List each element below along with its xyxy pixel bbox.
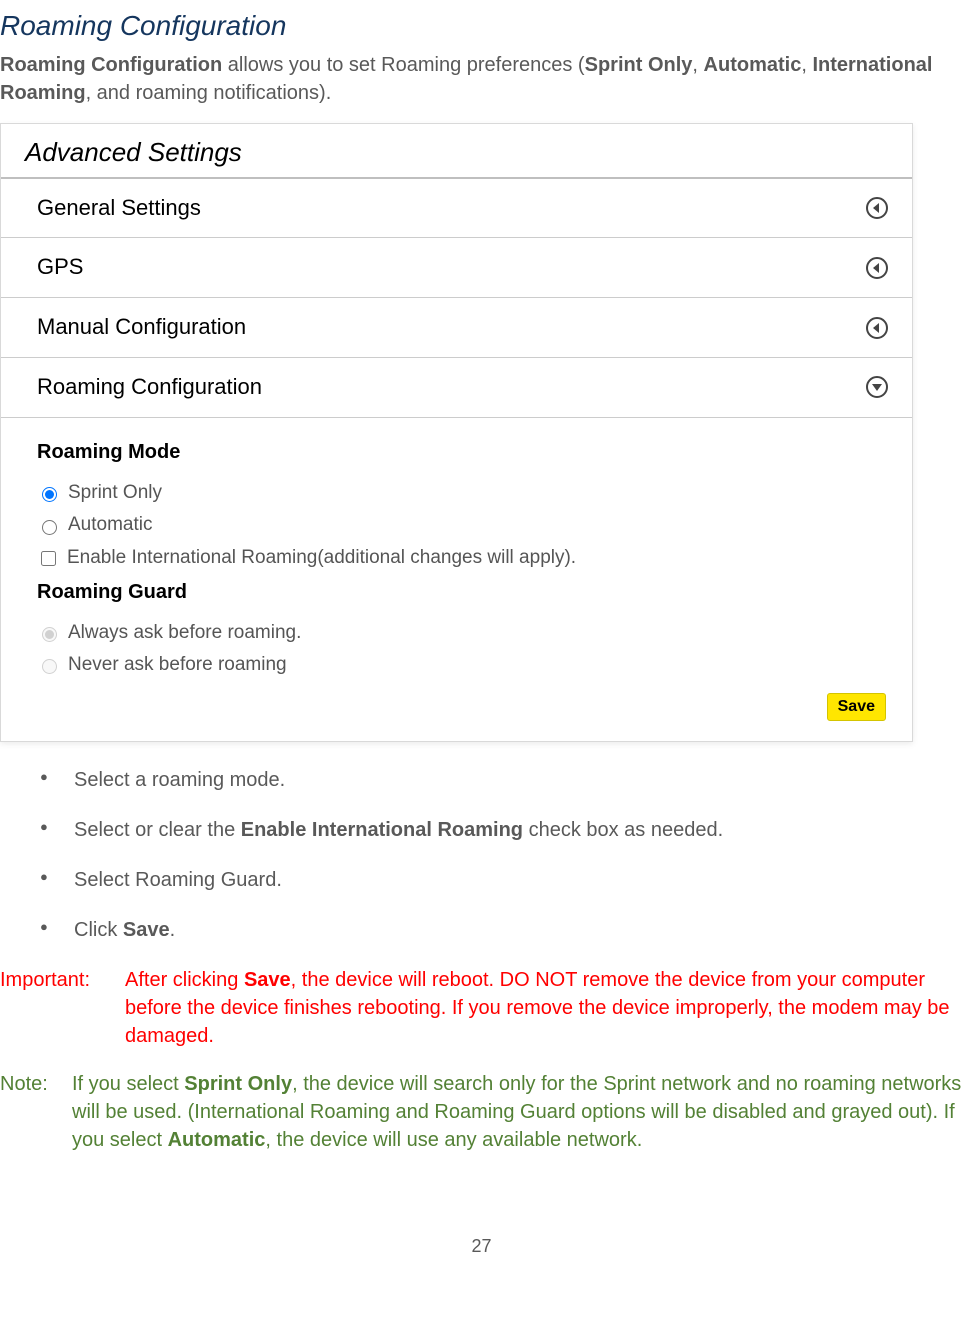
arrow-left-icon [866, 317, 888, 339]
radio-sprint-only-input[interactable] [42, 487, 57, 502]
intro-text-3: , [801, 54, 812, 76]
intro-strong-1: Roaming Configuration [0, 54, 222, 76]
row-general-settings[interactable]: General Settings [1, 179, 912, 239]
advanced-settings-panel: Advanced Settings General Settings GPS M… [0, 123, 913, 742]
row-roaming-config[interactable]: Roaming Configuration [1, 358, 912, 417]
bullet-4-strong: Save [123, 919, 170, 941]
row-gps-label: GPS [37, 252, 83, 283]
checkbox-intl-roaming-label: Enable International Roaming(additional … [67, 545, 576, 572]
radio-sprint-only[interactable]: Sprint Only [37, 480, 902, 507]
important-pre: After clicking [125, 969, 244, 991]
save-button[interactable]: Save [827, 693, 886, 721]
row-manual-config[interactable]: Manual Configuration [1, 298, 912, 358]
arrow-left-icon [866, 197, 888, 219]
intro-paragraph: Roaming Configuration allows you to set … [0, 51, 963, 107]
radio-always-ask-input[interactable] [42, 627, 57, 642]
important-strong: Save [244, 969, 291, 991]
arrow-left-icon [866, 257, 888, 279]
section-heading: Roaming Configuration [0, 6, 963, 45]
row-general-label: General Settings [37, 193, 201, 224]
row-gps[interactable]: GPS [1, 238, 912, 298]
instruction-list: Select a roaming mode. Select or clear t… [0, 766, 963, 944]
radio-always-ask-label: Always ask before roaming. [68, 620, 301, 647]
note-s2: Automatic [168, 1129, 266, 1151]
radio-never-ask[interactable]: Never ask before roaming [37, 652, 902, 679]
page-number: 27 [0, 1234, 963, 1259]
row-manual-label: Manual Configuration [37, 312, 246, 343]
radio-automatic[interactable]: Automatic [37, 512, 902, 539]
intro-text-1: allows you to set Roaming preferences ( [222, 54, 584, 76]
bullet-4: Click Save. [40, 916, 963, 944]
intro-text-4: , and roaming notifications). [86, 82, 332, 104]
radio-always-ask[interactable]: Always ask before roaming. [37, 620, 902, 647]
important-label: Important: [0, 966, 125, 1050]
bullet-2-strong: Enable International Roaming [241, 819, 523, 841]
note-s1: Sprint Only [184, 1073, 292, 1095]
roaming-mode-heading: Roaming Mode [37, 438, 902, 466]
bullet-2-post: check box as needed. [523, 819, 723, 841]
checkbox-intl-roaming-input[interactable] [41, 551, 56, 566]
radio-sprint-only-label: Sprint Only [68, 480, 162, 507]
intro-strong-3: Automatic [704, 54, 802, 76]
bullet-4-post: . [170, 919, 176, 941]
note-label: Note: [0, 1070, 72, 1154]
bullet-2-pre: Select or clear the [74, 819, 241, 841]
intro-strong-2: Sprint Only [585, 54, 693, 76]
radio-never-ask-input[interactable] [42, 659, 57, 674]
radio-never-ask-label: Never ask before roaming [68, 652, 287, 679]
bullet-3: Select Roaming Guard. [40, 866, 963, 894]
roaming-guard-heading: Roaming Guard [37, 578, 902, 606]
radio-automatic-label: Automatic [68, 512, 152, 539]
roaming-config-panel: Roaming Mode Sprint Only Automatic Enabl… [1, 417, 912, 741]
bullet-1: Select a roaming mode. [40, 766, 963, 794]
bullet-4-pre: Click [74, 919, 123, 941]
checkbox-intl-roaming[interactable]: Enable International Roaming(additional … [37, 545, 902, 572]
arrow-down-icon [866, 376, 888, 398]
note-t1: If you select [72, 1073, 184, 1095]
row-roaming-label: Roaming Configuration [37, 372, 262, 403]
bullet-2: Select or clear the Enable International… [40, 816, 963, 844]
important-body: After clicking Save, the device will reb… [125, 966, 963, 1050]
note-t3: , the device will use any available netw… [265, 1129, 642, 1151]
intro-text-2: , [692, 54, 703, 76]
panel-title: Advanced Settings [1, 134, 912, 178]
important-note: Important: After clicking Save, the devi… [0, 966, 963, 1050]
note-body: If you select Sprint Only , the device wi… [72, 1070, 963, 1154]
note-block: Note: If you select Sprint Only , the dev… [0, 1070, 963, 1154]
radio-automatic-input[interactable] [42, 520, 57, 535]
